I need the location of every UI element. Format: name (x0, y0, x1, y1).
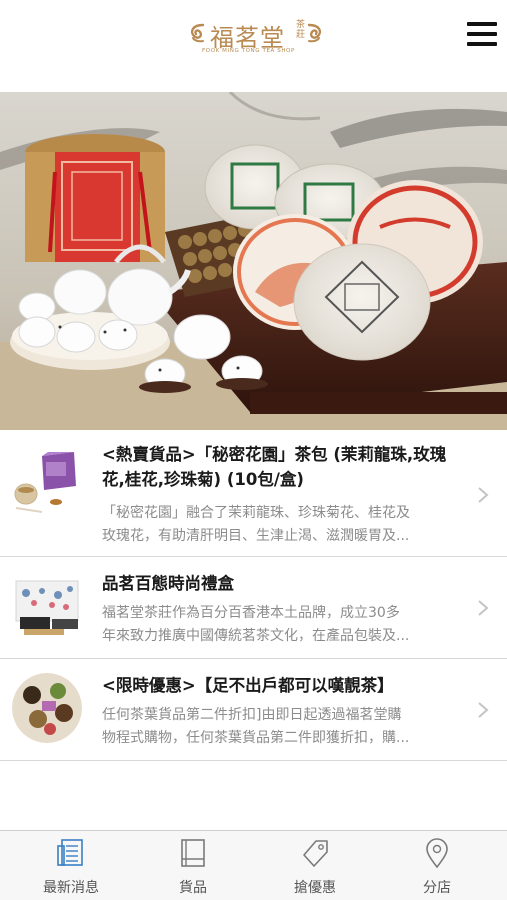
news-title: <限時優惠>【足不出戶都可以嘆靚茶】 (102, 676, 394, 695)
logo-tagline: FOOK MING TONG TEA SHOP (202, 48, 295, 54)
book-icon (181, 839, 205, 867)
tab-label: 分店 (423, 880, 451, 896)
purple-tea-box-image (12, 448, 82, 518)
brand-logo[interactable]: 福茗堂 茶莊 FOOK MING TONG TEA SHOP (188, 18, 322, 60)
news-description-line: 「秘密花園」融合了茉莉龍珠、珍珠菊花、桂花及 (102, 505, 410, 521)
news-description-line: 福茗堂茶莊作為百分百香港本土品牌，成立30多 (102, 605, 400, 621)
news-title: 品茗百態時尚禮盒 (102, 574, 234, 593)
tab-news[interactable]: 最新消息 (8, 831, 134, 900)
news-list: <熱賣貨品>「秘密花園」茶包 (茉莉龍珠,玫瑰花,桂花,珍珠菊) (10包/盒)… (0, 430, 507, 761)
logo-swirl-right-icon (307, 23, 322, 43)
chevron-right-icon (478, 702, 489, 718)
hamburger-menu-icon[interactable] (467, 22, 497, 48)
chevron-right-icon (478, 600, 489, 616)
list-item[interactable]: <限時優惠>【足不出戶都可以嘆靚茶】 任何茶葉貨品第二件折扣]由即日起透過福茗堂… (0, 659, 507, 761)
tag-icon (303, 840, 328, 867)
tab-label: 搶優惠 (294, 880, 336, 896)
tab-offers[interactable]: 搶優惠 (252, 831, 378, 900)
list-item[interactable]: 品茗百態時尚禮盒 福茗堂茶莊作為百分百香港本土品牌，成立30多 年來致力推廣中國… (0, 557, 507, 659)
tab-label: 最新消息 (43, 880, 99, 896)
news-description: 「秘密花園」融合了茉莉龍珠、珍珠菊花、桂花及 玫瑰花，有助清肝明目、生津止渴、滋… (102, 502, 463, 548)
news-title: <熱賣貨品>「秘密花園」茶包 (茉莉龍珠,玫瑰花,桂花,珍珠菊) (10包/盒) (102, 445, 447, 489)
list-item[interactable]: <熱賣貨品>「秘密花園」茶包 (茉莉龍珠,玫瑰花,桂花,珍珠菊) (10包/盒)… (0, 430, 507, 557)
gift-box-image (12, 571, 82, 641)
newspaper-icon (57, 839, 83, 866)
tab-branches[interactable]: 分店 (374, 831, 500, 900)
tab-products[interactable]: 貨品 (130, 831, 256, 900)
news-description-line: 任何茶葉貨品第二件折扣]由即日起透過福茗堂購 (102, 707, 402, 723)
logo-swirl-left-icon (190, 23, 205, 43)
tea-gift-set-image (0, 92, 507, 430)
news-description-line: 玫瑰花，有助清肝明目、生津止渴、滋潤暖胃及... (102, 528, 410, 544)
news-description: 任何茶葉貨品第二件折扣]由即日起透過福茗堂購 物程式購物，任何茶葉貨品第二件即獲… (102, 704, 463, 750)
tab-label: 貨品 (179, 880, 207, 896)
app-header: 福茗堂 茶莊 FOOK MING TONG TEA SHOP (0, 0, 507, 92)
hero-banner[interactable] (0, 92, 507, 430)
bottom-tab-bar: 最新消息 貨品 搶優惠 分店 (0, 830, 507, 900)
location-pin-icon (426, 838, 448, 869)
news-description: 福茗堂茶莊作為百分百香港本土品牌，成立30多 年來致力推廣中國傳統茗茶文化，在產… (102, 602, 463, 648)
news-description-line: 年來致力推廣中國傳統茗茶文化，在產品包裝及... (102, 628, 410, 644)
chevron-right-icon (478, 487, 489, 503)
tea-leaves-plate-image (12, 673, 82, 743)
news-description-line: 物程式購物，任何茶葉貨品第二件即獲折扣，購... (102, 730, 410, 746)
